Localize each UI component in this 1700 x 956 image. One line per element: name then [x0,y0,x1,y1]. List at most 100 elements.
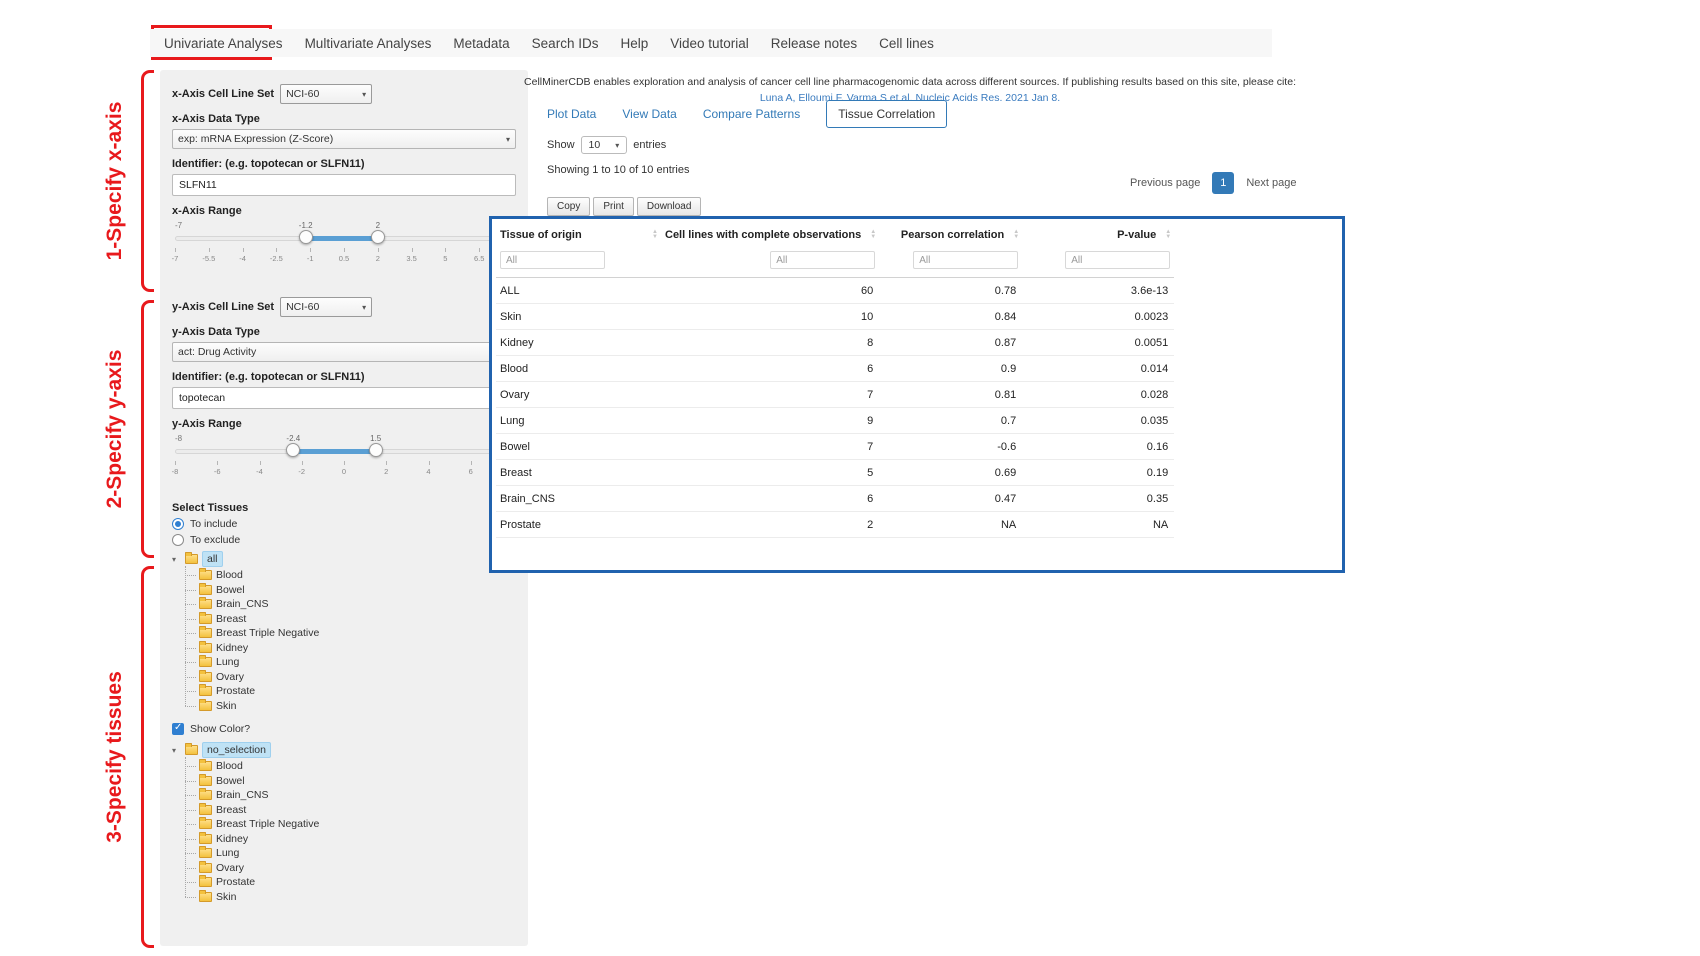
print-button[interactable]: Print [593,197,634,216]
table-row-brain-cns[interactable]: Brain_CNS60.470.35 [496,486,1174,512]
tab-compare-patterns[interactable]: Compare Patterns [703,107,800,121]
filter-input-tissue-of-origin[interactable] [500,251,605,269]
annotation-bracket-1 [141,70,154,292]
tree-item-blood[interactable]: Blood [185,759,516,774]
y-cell-line-set-select[interactable]: NCI-60 ▾ [280,297,372,317]
show-color-label: Show Color? [190,723,250,735]
filter-input-p-value[interactable] [1065,251,1170,269]
chevron-down-icon: ▾ [362,90,366,99]
slider-handle-high[interactable] [371,230,385,244]
table-row-skin[interactable]: Skin100.840.0023 [496,304,1174,330]
page-number-button[interactable]: 1 [1212,172,1234,194]
column-header-cell-lines-with-complete-observations[interactable]: Cell lines with complete observations▲▼ [661,221,879,249]
tree-item-brain-cns[interactable]: Brain_CNS [185,788,516,803]
show-label: Show [547,139,575,151]
tree-root-label[interactable]: all [202,551,223,567]
slider-selected-range[interactable] [293,449,375,454]
tissues-include-radio[interactable]: To include [172,518,516,530]
tree-item-bowel[interactable]: Bowel [185,583,516,598]
x-data-type-select[interactable]: exp: mRNA Expression (Z-Score) ▾ [172,129,516,149]
show-color-checkbox[interactable]: Show Color? [172,723,516,735]
x-cell-line-set-value: NCI-60 [286,88,319,100]
y-range-slider[interactable]: -8 8 -2.4 1.5 -8-6-4-202468 [175,434,513,486]
slider-selected-range[interactable] [306,236,378,241]
table-row-kidney[interactable]: Kidney80.870.0051 [496,330,1174,356]
tree-item-lung[interactable]: Lung [185,846,516,861]
x-identifier-label: Identifier: (e.g. topotecan or SLFN11) [172,158,516,170]
nav-item-univariate-analyses[interactable]: Univariate Analyses [164,36,283,51]
nav-item-search-ids[interactable]: Search IDs [532,36,599,51]
value-cell: 9 [661,408,879,434]
citation-text: CellMinerCDB enables exploration and ana… [495,74,1325,90]
slider-handle-low[interactable] [299,230,313,244]
table-row-prostate[interactable]: Prostate2NANA [496,512,1174,538]
tab-plot-data[interactable]: Plot Data [547,107,596,121]
tree-item-bowel[interactable]: Bowel [185,774,516,789]
sort-icon[interactable]: ▲▼ [652,230,658,240]
tree-item-label: Ovary [216,670,244,684]
folder-icon [199,672,212,682]
tree-item-prostate[interactable]: Prostate [185,875,516,890]
table-row-breast[interactable]: Breast50.690.19 [496,460,1174,486]
tab-view-data[interactable]: View Data [622,107,676,121]
entries-count-select[interactable]: 10 ▾ [581,136,628,154]
nav-item-metadata[interactable]: Metadata [453,36,509,51]
next-page-button[interactable]: Next page [1238,173,1304,193]
column-header-pearson-correlation[interactable]: Pearson correlation▲▼ [879,221,1022,249]
previous-page-button[interactable]: Previous page [1122,173,1208,193]
tab-tissue-correlation[interactable]: Tissue Correlation [826,100,947,128]
tree-item-kidney[interactable]: Kidney [185,641,516,656]
tree-item-skin[interactable]: Skin [185,890,516,905]
x-cell-line-set-select[interactable]: NCI-60 ▾ [280,84,372,104]
tissues-exclude-radio[interactable]: To exclude [172,534,516,546]
filter-input-pearson-correlation[interactable] [913,251,1018,269]
sort-icon[interactable]: ▲▼ [870,230,876,240]
table-row-ovary[interactable]: Ovary70.810.028 [496,382,1174,408]
tissue-name-cell: ALL [496,278,661,304]
radio-selected-icon [172,518,184,530]
y-data-type-select[interactable]: act: Drug Activity ▾ [172,342,516,362]
sort-icon[interactable]: ▲▼ [1013,230,1019,240]
tree-root-no-selection[interactable]: ▾ no_selection [172,741,516,759]
table-row-all[interactable]: ALL600.783.6e-13 [496,278,1174,304]
nav-item-release-notes[interactable]: Release notes [771,36,857,51]
tree-toggle-icon[interactable]: ▾ [172,555,181,564]
tree-item-breast-triple-negative[interactable]: Breast Triple Negative [185,817,516,832]
tree-item-blood[interactable]: Blood [185,568,516,583]
nav-item-multivariate-analyses[interactable]: Multivariate Analyses [305,36,432,51]
table-row-blood[interactable]: Blood60.90.014 [496,356,1174,382]
table-row-lung[interactable]: Lung90.70.035 [496,408,1174,434]
column-header-tissue-of-origin[interactable]: Tissue of origin▲▼ [496,221,661,249]
slider-handle-low[interactable] [286,443,300,457]
x-identifier-input[interactable] [172,174,516,196]
sort-icon[interactable]: ▲▼ [1165,230,1171,240]
nav-item-help[interactable]: Help [620,36,648,51]
column-header-p-value[interactable]: P-value▲▼ [1022,221,1174,249]
copy-button[interactable]: Copy [547,197,590,216]
table-row-bowel[interactable]: Bowel7-0.60.16 [496,434,1174,460]
nav-item-cell-lines[interactable]: Cell lines [879,36,934,51]
tree-item-lung[interactable]: Lung [185,655,516,670]
slider-handle-high[interactable] [369,443,383,457]
tree-item-skin[interactable]: Skin [185,699,516,714]
tree-item-ovary[interactable]: Ovary [185,861,516,876]
slider-ticks: -8-6-4-202468 [175,461,513,481]
tree-root-label[interactable]: no_selection [202,742,271,758]
tree-item-label: Ovary [216,861,244,875]
tree-item-breast-triple-negative[interactable]: Breast Triple Negative [185,626,516,641]
filter-input-cell-lines-with-complete-observations[interactable] [770,251,875,269]
tree-root-all[interactable]: ▾ all [172,550,516,568]
y-identifier-input[interactable] [172,387,516,409]
tree-toggle-icon[interactable]: ▾ [172,746,181,755]
download-button[interactable]: Download [637,197,701,216]
x-range-slider[interactable]: -7 8 -1.2 2 -7-5.5-4-2.5-10.523.556.58 [175,221,513,273]
tree-item-prostate[interactable]: Prostate [185,684,516,699]
nav-item-video-tutorial[interactable]: Video tutorial [670,36,749,51]
tree-item-breast[interactable]: Breast [185,612,516,627]
tree-item-label: Skin [216,890,236,904]
tree-item-brain-cns[interactable]: Brain_CNS [185,597,516,612]
tree-item-kidney[interactable]: Kidney [185,832,516,847]
folder-icon [199,701,212,711]
tree-item-ovary[interactable]: Ovary [185,670,516,685]
tree-item-breast[interactable]: Breast [185,803,516,818]
